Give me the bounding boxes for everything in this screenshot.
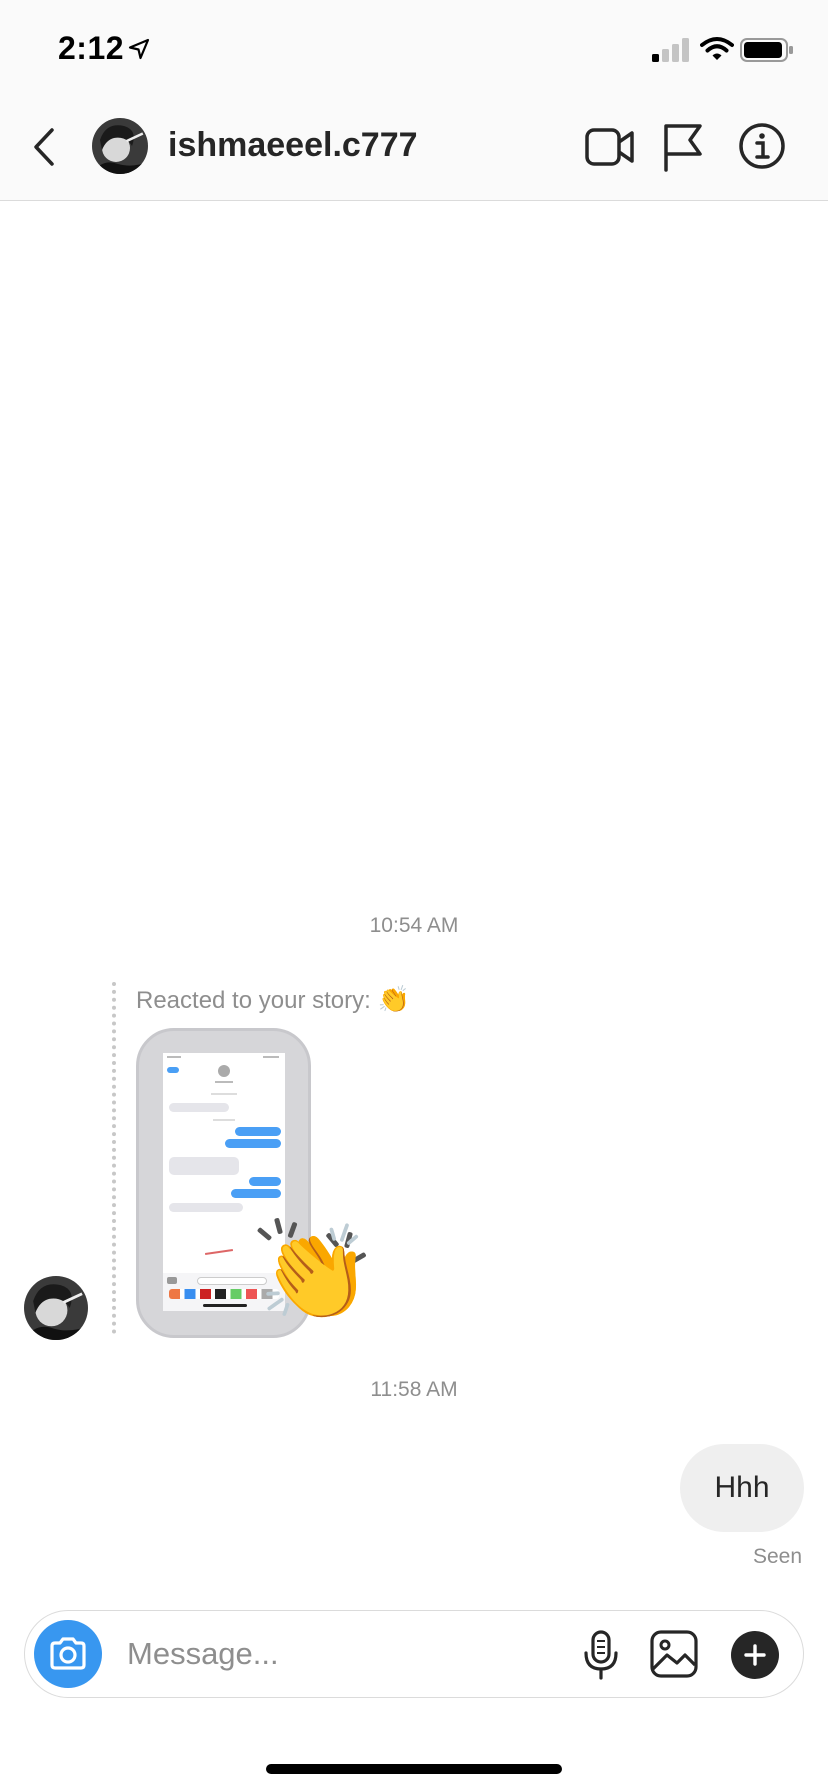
- clapping-hands-icon: 👏: [377, 984, 410, 1014]
- clapping-hands-sticker-icon: 👏: [258, 1223, 373, 1325]
- plus-button[interactable]: [731, 1631, 779, 1679]
- home-indicator[interactable]: [266, 1764, 562, 1774]
- mini-bubble: [235, 1127, 281, 1136]
- camera-icon: [50, 1637, 86, 1670]
- sender-avatar[interactable]: [24, 1276, 88, 1340]
- reaction-label-text: Reacted to your story:: [136, 987, 371, 1014]
- mini-home: [203, 1304, 247, 1307]
- mini-avatar: [218, 1065, 230, 1077]
- microphone-icon[interactable]: [579, 1629, 623, 1681]
- avatar-photo-icon: [24, 1276, 88, 1340]
- chat-header: ishmaeeel.c777: [0, 100, 828, 201]
- mini-bubble: [225, 1139, 281, 1148]
- mini-back: [167, 1067, 179, 1073]
- mini-date: [211, 1093, 237, 1095]
- mini-bubble: [169, 1203, 243, 1212]
- status-time: 2:12: [58, 30, 125, 66]
- back-chevron-icon[interactable]: [26, 122, 66, 172]
- wifi-icon: [700, 37, 734, 60]
- location-arrow-icon: [128, 38, 150, 60]
- gallery-icon[interactable]: [649, 1629, 699, 1679]
- message-timestamp: 10:54 AM: [369, 914, 459, 937]
- sent-message-bubble[interactable]: Hhh: [680, 1444, 804, 1532]
- flag-icon[interactable]: [660, 122, 704, 172]
- mini-status-right: [263, 1056, 279, 1058]
- plus-icon: [744, 1644, 766, 1666]
- mini-status-left: [167, 1056, 181, 1058]
- mini-field: [197, 1277, 267, 1285]
- message-timestamp: 11:58 AM: [370, 1378, 458, 1401]
- message-composer: [24, 1610, 804, 1698]
- video-camera-icon[interactable]: [584, 124, 636, 170]
- battery-icon: [740, 38, 793, 62]
- mini-name: [215, 1081, 233, 1083]
- chat-username[interactable]: ishmaeeel.c777: [168, 126, 418, 165]
- info-icon[interactable]: [738, 122, 786, 170]
- seen-status: Seen: [752, 1545, 802, 1568]
- story-reaction-label: Reacted to your story: 👏: [136, 984, 410, 1015]
- message-input[interactable]: [127, 1629, 567, 1679]
- avatar[interactable]: [92, 118, 148, 174]
- mini-bubble: [249, 1177, 281, 1186]
- story-reply-line: [112, 982, 116, 1334]
- mini-bubble: [169, 1157, 239, 1175]
- mini-date: [213, 1119, 235, 1121]
- mini-cam: [167, 1277, 177, 1284]
- cellular-signal-icon: [652, 38, 689, 62]
- mini-bubble: [231, 1189, 281, 1198]
- mini-scribble: [204, 1249, 234, 1255]
- mini-bubble: [169, 1103, 229, 1112]
- avatar-photo-icon: [92, 118, 148, 174]
- status-bar: 2:12: [0, 0, 828, 100]
- camera-button[interactable]: [34, 1620, 102, 1688]
